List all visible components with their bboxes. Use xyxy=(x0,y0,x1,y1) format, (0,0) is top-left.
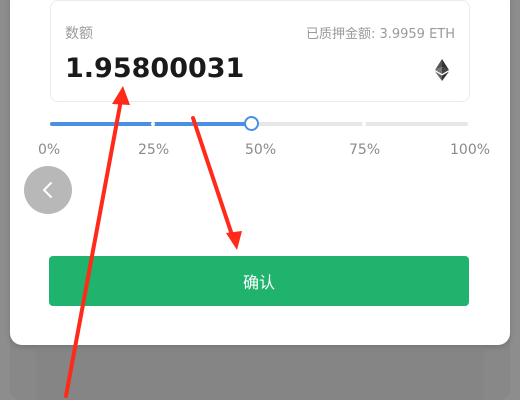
amount-label: 数额 xyxy=(65,26,93,42)
slider-tick-75[interactable] xyxy=(362,122,366,126)
back-button[interactable] xyxy=(24,166,72,214)
chevron-left-icon xyxy=(43,182,52,198)
slider-label-25[interactable]: 25% xyxy=(138,142,169,158)
slider-label-0[interactable]: 0% xyxy=(38,142,60,158)
ethereum-icon xyxy=(435,59,449,81)
slider-label-75[interactable]: 75% xyxy=(349,142,380,158)
confirm-button[interactable]: 确认 xyxy=(49,256,469,306)
amount-input-box[interactable]: 数额 已质押金额: 3.9959 ETH 1.95800031 xyxy=(50,0,470,102)
slider-tick-25[interactable] xyxy=(151,122,155,126)
slider-label-100[interactable]: 100% xyxy=(450,142,490,158)
percentage-slider[interactable] xyxy=(50,115,468,133)
background-sheet-inner xyxy=(36,350,484,400)
slider-fill xyxy=(50,122,249,126)
slider-thumb[interactable] xyxy=(244,116,259,131)
slider-label-50[interactable]: 50% xyxy=(245,142,276,158)
staked-amount-info: 已质押金额: 3.9959 ETH xyxy=(305,27,455,42)
amount-value[interactable]: 1.95800031 xyxy=(65,53,244,84)
